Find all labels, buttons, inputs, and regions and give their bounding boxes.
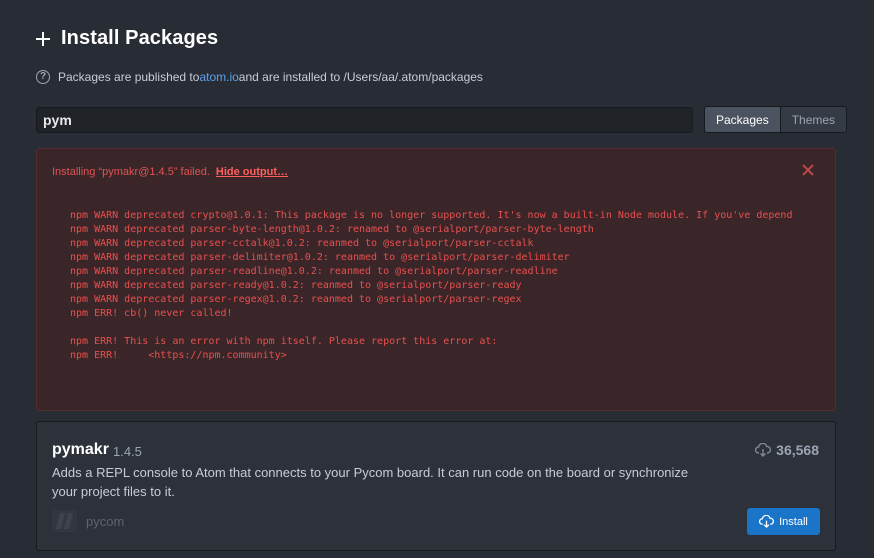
info-suffix: and are installed to /Users/aa/.atom/pac… [238, 70, 483, 84]
download-count-badge: 36,568 [755, 442, 819, 458]
owner-avatar[interactable] [52, 510, 77, 532]
plus-icon [34, 30, 52, 48]
error-output-line [70, 321, 792, 335]
error-output-line: npm WARN deprecated parser-cctalk@1.0.2:… [70, 238, 534, 249]
install-packages-page: Install Packages ? Packages are publishe… [0, 0, 874, 558]
error-output-line: npm WARN deprecated crypto@1.0.1: This p… [70, 210, 792, 221]
package-description: Adds a REPL console to Atom that connect… [52, 465, 689, 499]
page-title: Install Packages [61, 27, 219, 49]
package-owner[interactable]: pycom [52, 510, 124, 532]
cloud-download-icon [759, 515, 775, 528]
package-version: 1.4.5 [113, 444, 142, 459]
atom-io-link[interactable]: atom.io [199, 70, 238, 84]
error-output-line: npm WARN deprecated parser-readline@1.0.… [70, 266, 558, 277]
error-output-line: npm WARN deprecated parser-delimiter@1.0… [70, 252, 570, 263]
info-prefix: Packages are published to [58, 70, 200, 84]
error-output-log: npm WARN deprecated crypto@1.0.1: This p… [70, 209, 792, 363]
cloud-download-icon [755, 443, 772, 457]
error-header: Installing “pymakr@1.4.5” failed. Hide o… [52, 166, 288, 178]
error-output-line: npm ERR! cb() never called! [70, 308, 233, 319]
download-count: 36,568 [776, 442, 819, 458]
error-output-line: npm ERR! This is an error with npm itsel… [70, 336, 498, 347]
owner-name[interactable]: pycom [86, 514, 124, 529]
package-card[interactable]: pymakr 1.4.5 36,568 Adds a REPL console … [36, 421, 836, 551]
packages-toggle-button[interactable]: Packages [704, 106, 781, 133]
package-name[interactable]: pymakr [52, 441, 109, 459]
error-output-line: npm ERR! <https://npm.community> [70, 350, 287, 361]
close-icon[interactable] [801, 163, 815, 177]
themes-toggle-button[interactable]: Themes [780, 106, 848, 133]
error-output-line: npm WARN deprecated parser-regex@1.0.2: … [70, 294, 522, 305]
error-message: Installing “pymakr@1.4.5” failed. [52, 166, 210, 178]
install-button-label: Install [779, 515, 808, 528]
error-output-line: npm WARN deprecated parser-ready@1.0.2: … [70, 280, 522, 291]
info-text: ? Packages are published to atom.io and … [36, 70, 483, 84]
error-output-line: npm WARN deprecated parser-byte-length@1… [70, 224, 594, 235]
install-error-panel: Installing “pymakr@1.4.5” failed. Hide o… [36, 148, 836, 411]
question-circle-icon: ? [36, 70, 50, 84]
search-type-toggle: Packages Themes [704, 106, 848, 133]
install-button[interactable]: Install [747, 508, 820, 535]
package-search-input[interactable] [36, 107, 693, 133]
section-header: Install Packages [34, 27, 218, 50]
hide-output-link[interactable]: Hide output… [216, 166, 288, 178]
